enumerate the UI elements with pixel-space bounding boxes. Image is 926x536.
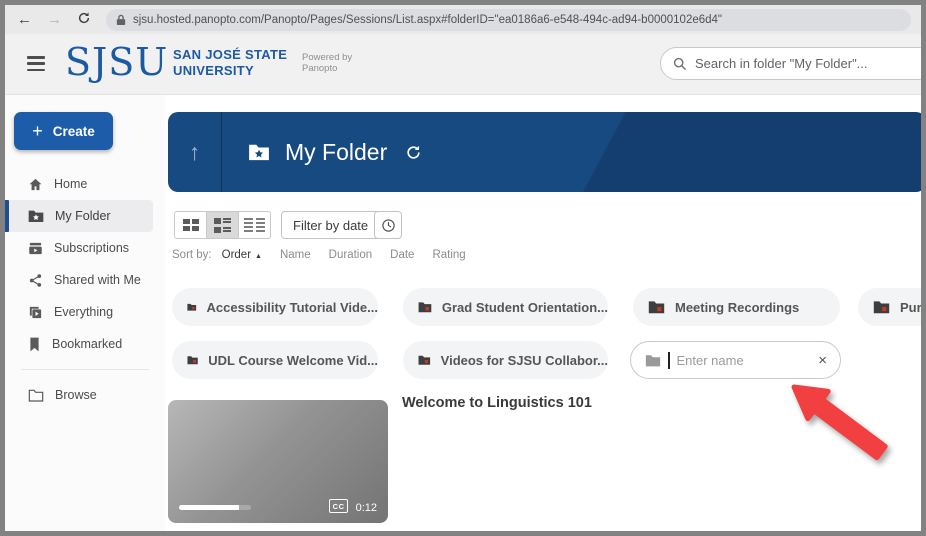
home-icon bbox=[28, 177, 43, 192]
sort-bar: Sort by: Order▲ Name Duration Date Ratin… bbox=[172, 249, 466, 261]
create-button-label: Create bbox=[53, 124, 95, 139]
everything-icon bbox=[28, 305, 43, 320]
filter-by-date-label: Filter by date bbox=[293, 218, 368, 233]
folder-icon bbox=[873, 300, 890, 314]
sidebar-item-browse[interactable]: Browse bbox=[5, 379, 165, 411]
view-toggle-group bbox=[175, 211, 271, 239]
folder-tile-accessibility[interactable]: Accessibility Tutorial Vide... bbox=[172, 288, 378, 326]
folder-tile-label: Videos for SJSU Collabor... bbox=[441, 353, 608, 368]
sort-by-label: Sort by: bbox=[172, 249, 212, 261]
search-icon bbox=[673, 57, 687, 71]
sidebar-item-label: Subscriptions bbox=[54, 241, 129, 255]
sidebar-item-label: Everything bbox=[54, 305, 113, 319]
browser-back-icon[interactable]: ← bbox=[17, 12, 32, 27]
plus-icon: + bbox=[32, 121, 43, 142]
subscriptions-icon bbox=[28, 241, 43, 256]
folder-tile-videos-sjsu[interactable]: Videos for SJSU Collabor... bbox=[403, 341, 608, 379]
create-button[interactable]: + Create bbox=[14, 112, 113, 150]
sort-option-order[interactable]: Order▲ bbox=[222, 249, 262, 261]
sidebar-item-label: My Folder bbox=[55, 209, 111, 223]
new-folder-name-field[interactable]: × bbox=[630, 341, 841, 379]
detail-list-view-button[interactable] bbox=[238, 211, 271, 239]
new-folder-name-input[interactable] bbox=[677, 353, 812, 368]
grid-view-icon bbox=[183, 219, 199, 231]
browser-reload-icon[interactable] bbox=[77, 11, 91, 28]
folder-tile-label: Grad Student Orientation... bbox=[442, 300, 608, 315]
text-caret bbox=[668, 352, 670, 369]
sidebar-nav: Home My Folder Subscriptions Shared with… bbox=[5, 168, 165, 411]
sidebar-item-my-folder[interactable]: My Folder bbox=[5, 200, 153, 232]
folder-title: My Folder bbox=[285, 139, 387, 166]
refresh-icon[interactable] bbox=[405, 144, 422, 161]
recent-button[interactable] bbox=[374, 211, 402, 239]
sidebar-item-label: Browse bbox=[55, 388, 97, 402]
video-progress-bar bbox=[179, 505, 251, 510]
powered-by-panopto: Powered by Panopto bbox=[302, 52, 352, 74]
detail-list-view-icon bbox=[244, 218, 265, 232]
folder-icon bbox=[418, 353, 431, 367]
folder-icon bbox=[187, 353, 198, 367]
folder-icon bbox=[645, 354, 661, 367]
up-arrow-icon: ↑ bbox=[189, 139, 201, 166]
cc-badge: CC bbox=[329, 499, 348, 513]
folder-icon bbox=[648, 300, 665, 314]
sidebar-item-home[interactable]: Home bbox=[5, 168, 165, 200]
sidebar-item-label: Home bbox=[54, 177, 87, 191]
browser-toolbar: ← → sjsu.hosted.panopto.com/Panopto/Page… bbox=[5, 5, 921, 34]
folder-tile-label: Meeting Recordings bbox=[675, 300, 799, 315]
sidebar: + Create Home My Folder Subscriptions Sh… bbox=[5, 95, 165, 531]
sidebar-item-bookmarked[interactable]: Bookmarked bbox=[5, 328, 165, 360]
browser-forward-icon[interactable]: → bbox=[47, 12, 62, 27]
folder-star-icon bbox=[248, 143, 270, 161]
search-input[interactable] bbox=[695, 56, 922, 71]
university-wordmark: SAN JOSÉ STATE UNIVERSITY bbox=[173, 47, 287, 78]
folder-tile-grad-student[interactable]: Grad Student Orientation... bbox=[403, 288, 608, 326]
sort-option-name[interactable]: Name bbox=[280, 249, 311, 261]
lock-icon bbox=[116, 14, 126, 26]
panopto-window: ← → sjsu.hosted.panopto.com/Panopto/Page… bbox=[0, 0, 926, 536]
thumbnail-list-view-icon bbox=[214, 218, 231, 233]
sjsu-logo: SJSU bbox=[65, 40, 168, 84]
menu-icon[interactable] bbox=[27, 56, 45, 71]
folder-tile-label: UDL Course Welcome Vid... bbox=[208, 353, 378, 368]
folder-banner: ↑ My Folder bbox=[168, 112, 926, 192]
my-folder-icon bbox=[28, 209, 44, 223]
sidebar-item-label: Shared with Me bbox=[54, 273, 141, 287]
grid-view-button[interactable] bbox=[174, 211, 207, 239]
sidebar-item-shared-with-me[interactable]: Shared with Me bbox=[5, 264, 165, 296]
address-bar[interactable]: sjsu.hosted.panopto.com/Panopto/Pages/Se… bbox=[106, 9, 911, 31]
sidebar-item-label: Bookmarked bbox=[52, 337, 122, 351]
parent-folder-button[interactable]: ↑ bbox=[168, 112, 222, 192]
thumbnail-list-view-button[interactable] bbox=[206, 211, 239, 239]
share-icon bbox=[28, 273, 43, 288]
sidebar-item-everything[interactable]: Everything bbox=[5, 296, 165, 328]
bookmark-icon bbox=[28, 337, 41, 352]
folder-icon bbox=[187, 300, 197, 314]
folder-tile-label: Purp... bbox=[900, 300, 926, 315]
video-thumbnail[interactable]: CC 0:12 bbox=[168, 400, 388, 523]
clock-icon bbox=[381, 218, 396, 233]
sort-option-duration[interactable]: Duration bbox=[329, 249, 372, 261]
browse-folder-icon bbox=[28, 388, 44, 402]
sort-option-date[interactable]: Date bbox=[390, 249, 414, 261]
sidebar-item-subscriptions[interactable]: Subscriptions bbox=[5, 232, 165, 264]
folder-tile-meeting-recordings[interactable]: Meeting Recordings bbox=[633, 288, 840, 326]
folder-tile-label: Accessibility Tutorial Vide... bbox=[207, 300, 378, 315]
folder-tile-purple[interactable]: Purp... bbox=[858, 288, 926, 326]
annotation-arrow bbox=[786, 382, 898, 467]
search-box[interactable] bbox=[660, 47, 926, 80]
filter-by-date-button[interactable]: Filter by date bbox=[281, 211, 380, 239]
page-url: sjsu.hosted.panopto.com/Panopto/Pages/Se… bbox=[133, 14, 722, 26]
app-header: SJSU SAN JOSÉ STATE UNIVERSITY Powered b… bbox=[5, 34, 921, 95]
close-icon[interactable]: × bbox=[818, 353, 827, 368]
sort-ascending-icon: ▲ bbox=[255, 253, 262, 260]
folder-tile-udl-course[interactable]: UDL Course Welcome Vid... bbox=[172, 341, 378, 379]
video-title[interactable]: Welcome to Linguistics 101 bbox=[402, 395, 592, 411]
sort-option-rating[interactable]: Rating bbox=[432, 249, 465, 261]
sidebar-divider bbox=[21, 369, 149, 370]
video-duration: 0:12 bbox=[356, 502, 377, 514]
folder-icon bbox=[418, 300, 432, 314]
